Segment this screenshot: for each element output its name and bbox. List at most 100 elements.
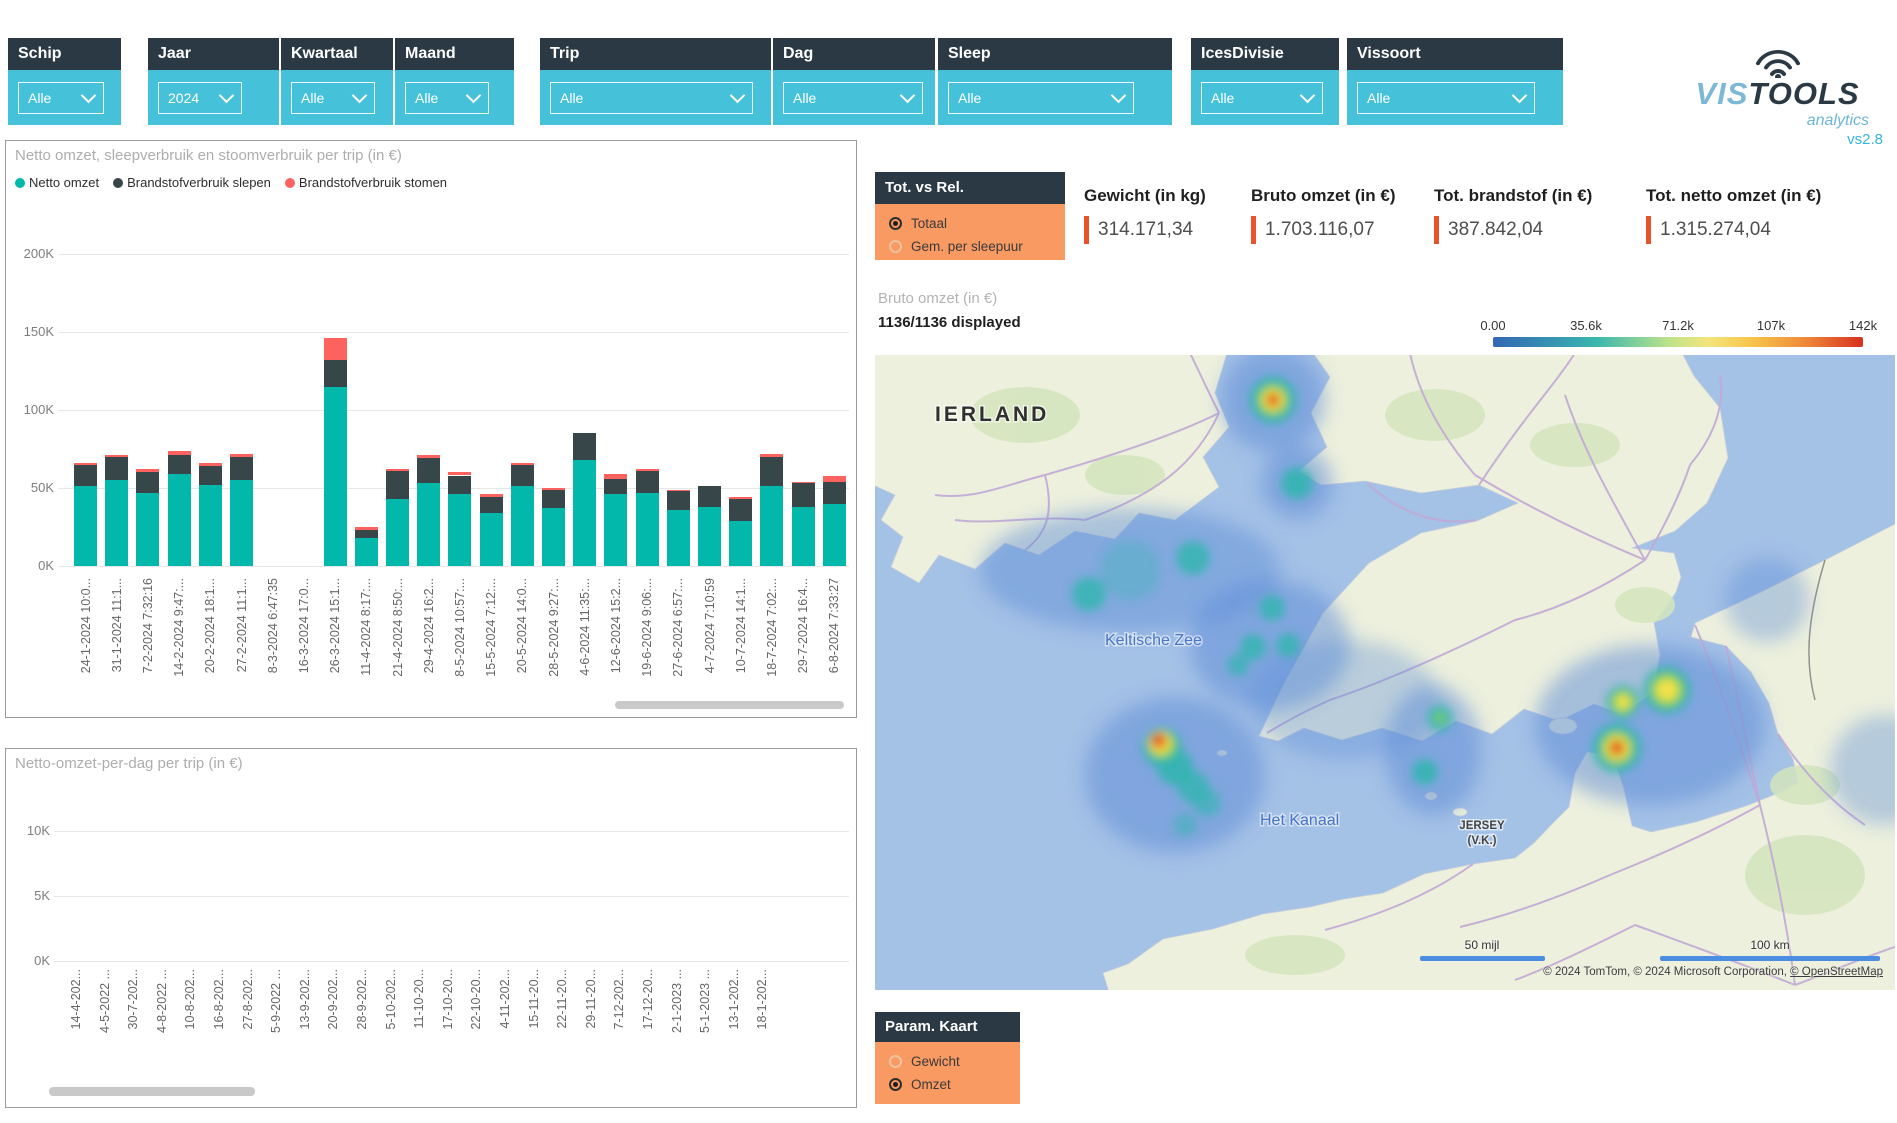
- bar-segment[interactable]: [511, 463, 534, 465]
- bar-segment[interactable]: [480, 494, 503, 497]
- logo-version: vs2.8: [1660, 131, 1895, 148]
- x-axis-category-label: 27-8-202...: [240, 969, 256, 1081]
- radio-gem-per-sleepuur[interactable]: Gem. per sleepuur: [889, 235, 1065, 258]
- attribution-openstreetmap-link[interactable]: © OpenStreetMap: [1790, 966, 1883, 978]
- radio-omzet[interactable]: Omzet: [889, 1073, 1020, 1096]
- bar-segment[interactable]: [448, 494, 471, 566]
- bar-segment[interactable]: [324, 338, 347, 360]
- x-axis-category-label: 4-6-2024 11:35:...: [577, 578, 593, 706]
- bar-segment[interactable]: [105, 455, 128, 457]
- bar-segment[interactable]: [136, 472, 159, 492]
- bar-segment[interactable]: [511, 465, 534, 487]
- bar-segment[interactable]: [823, 482, 846, 504]
- bar-segment[interactable]: [698, 486, 721, 506]
- heatmap-canvas[interactable]: IERLAND Keltische Zee Het Kanaal JERSEY …: [875, 355, 1895, 990]
- bar-segment[interactable]: [636, 493, 659, 566]
- bar-segment[interactable]: [480, 497, 503, 513]
- bar-segment[interactable]: [667, 491, 690, 510]
- bar-segment[interactable]: [604, 474, 627, 479]
- bar-segment[interactable]: [792, 507, 815, 566]
- bar-segment[interactable]: [230, 457, 253, 480]
- bar-segment[interactable]: [324, 387, 347, 566]
- bar-segment[interactable]: [573, 433, 596, 460]
- bar-segment[interactable]: [168, 455, 191, 474]
- slicer-kwartaal-dropdown[interactable]: Alle: [291, 82, 375, 114]
- bar-segment[interactable]: [542, 488, 565, 490]
- bar-segment[interactable]: [136, 493, 159, 566]
- bar-segment[interactable]: [199, 485, 222, 566]
- bar-segment[interactable]: [199, 463, 222, 466]
- x-axis-category-label: 7-12-202...: [611, 969, 627, 1081]
- x-axis-category-label: 27-2-2024 11:1...: [234, 578, 250, 706]
- bar-segment[interactable]: [542, 508, 565, 566]
- bar-segment[interactable]: [448, 472, 471, 475]
- bar-segment[interactable]: [168, 474, 191, 566]
- bar-segment[interactable]: [417, 483, 440, 566]
- bar-segment[interactable]: [417, 455, 440, 458]
- bar-segment[interactable]: [760, 454, 783, 457]
- bar-segment[interactable]: [480, 513, 503, 566]
- x-axis-category-label: 29-4-2024 16:2...: [421, 578, 437, 706]
- bar-segment[interactable]: [355, 538, 378, 566]
- bar-segment[interactable]: [604, 479, 627, 495]
- bar-segment[interactable]: [760, 486, 783, 566]
- slicer-trip-value: Alle: [560, 90, 583, 106]
- bar-segment[interactable]: [355, 530, 378, 538]
- bar-segment[interactable]: [355, 527, 378, 530]
- slicer-jaar-dropdown[interactable]: 2024: [158, 82, 242, 114]
- heat-legend-tick: 71.2k: [1662, 318, 1694, 333]
- bar-segment[interactable]: [573, 460, 596, 566]
- chart1-horizontal-scrollbar[interactable]: [615, 701, 844, 709]
- bar-segment[interactable]: [105, 457, 128, 480]
- bar-segment[interactable]: [386, 469, 409, 471]
- vistools-logo: VISTOOLS analytics vs2.8: [1660, 42, 1895, 148]
- heat-legend-gradient: [1493, 337, 1863, 347]
- x-axis-category-label: 2-1-2023 ...: [669, 969, 685, 1081]
- bar-segment[interactable]: [667, 490, 690, 492]
- slicer-sleep-dropdown[interactable]: Alle: [948, 82, 1134, 114]
- radio-totaal[interactable]: Totaal: [889, 212, 1065, 235]
- bar-segment[interactable]: [136, 469, 159, 472]
- bar-segment[interactable]: [729, 521, 752, 566]
- bar-segment[interactable]: [792, 483, 815, 506]
- radio-gewicht[interactable]: Gewicht: [889, 1050, 1020, 1073]
- bar-segment[interactable]: [604, 494, 627, 566]
- bar-segment[interactable]: [698, 507, 721, 566]
- bar-segment[interactable]: [386, 471, 409, 499]
- bar-segment[interactable]: [729, 497, 752, 499]
- bar-segment[interactable]: [168, 451, 191, 456]
- bar-segment[interactable]: [324, 360, 347, 387]
- slicer-maand-dropdown[interactable]: Alle: [405, 82, 489, 114]
- bar-segment[interactable]: [636, 469, 659, 471]
- bar-segment[interactable]: [667, 510, 690, 566]
- bar-segment[interactable]: [729, 499, 752, 521]
- slicer-trip-dropdown[interactable]: Alle: [550, 82, 753, 114]
- slicer-schip: Schip Alle: [8, 38, 121, 125]
- slicer-maand-title: Maand: [395, 38, 514, 70]
- bar-segment[interactable]: [417, 458, 440, 483]
- bar-segment[interactable]: [386, 499, 409, 566]
- slicer-dag-dropdown[interactable]: Alle: [783, 82, 923, 114]
- slicer-dag-title: Dag: [773, 38, 935, 70]
- bar-segment[interactable]: [199, 466, 222, 485]
- bar-segment[interactable]: [542, 490, 565, 509]
- bar-segment[interactable]: [230, 454, 253, 457]
- slicer-vissoort-dropdown[interactable]: Alle: [1357, 82, 1535, 114]
- bar-segment[interactable]: [511, 486, 534, 566]
- bar-segment[interactable]: [74, 486, 97, 566]
- bar-segment[interactable]: [636, 471, 659, 493]
- slicer-schip-dropdown[interactable]: Alle: [18, 82, 104, 114]
- bar-segment[interactable]: [792, 482, 815, 484]
- bar-segment[interactable]: [823, 504, 846, 566]
- slicer-icesdivisie-dropdown[interactable]: Alle: [1201, 82, 1323, 114]
- bar-segment[interactable]: [74, 463, 97, 465]
- chart2-horizontal-scrollbar[interactable]: [49, 1087, 255, 1096]
- bar-segment[interactable]: [105, 480, 128, 566]
- bar-segment[interactable]: [230, 480, 253, 566]
- bar-segment[interactable]: [74, 465, 97, 487]
- bar-segment[interactable]: [823, 476, 846, 482]
- bar-segment[interactable]: [448, 476, 471, 495]
- logo-wordmark: VISTOOLS: [1660, 76, 1895, 112]
- map-scale-miles-label: 50 mijl: [1465, 938, 1500, 952]
- bar-segment[interactable]: [760, 457, 783, 487]
